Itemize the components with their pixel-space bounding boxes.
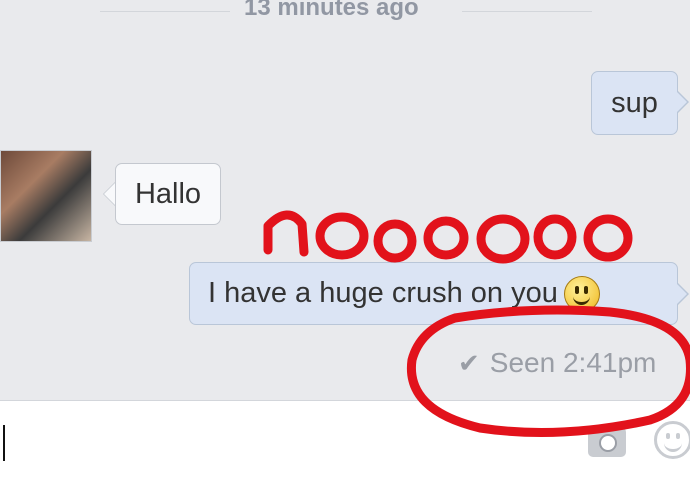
annotation-circle bbox=[406, 305, 690, 437]
red-annotation bbox=[263, 210, 690, 437]
annotation-letter-o bbox=[373, 219, 417, 263]
annotation-letter-o bbox=[533, 214, 577, 260]
annotation-letter-o bbox=[423, 216, 469, 260]
annotation-letter-o bbox=[583, 214, 633, 262]
annotation-letter-o bbox=[315, 212, 369, 260]
annotation-letter-n bbox=[263, 210, 309, 257]
annotation-letter-o bbox=[476, 214, 530, 264]
